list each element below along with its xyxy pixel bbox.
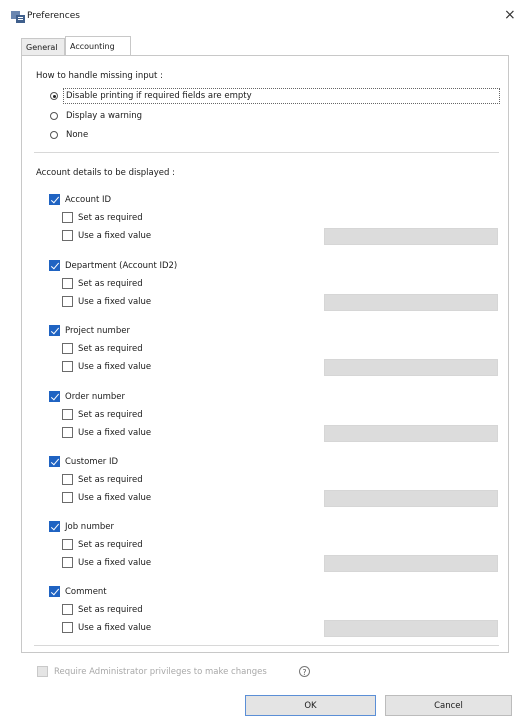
separator <box>34 645 499 646</box>
checkbox-fixed-value[interactable] <box>62 296 73 307</box>
field-label: Order number <box>65 392 126 402</box>
tab-general[interactable]: General <box>21 38 65 55</box>
checkbox-set-required[interactable] <box>62 343 73 354</box>
field-label: Comment <box>65 587 107 597</box>
fixed-value-input[interactable] <box>324 425 498 442</box>
fixed-value-input[interactable] <box>324 620 498 637</box>
field-label: Department (Account ID2) <box>65 261 178 271</box>
window-title: Preferences <box>27 11 80 21</box>
checkbox-set-required[interactable] <box>62 539 73 550</box>
fixed-value-label: Use a fixed value <box>78 493 152 503</box>
help-icon[interactable]: ? <box>299 666 310 677</box>
checkbox-order-number[interactable] <box>49 391 60 402</box>
fixed-value-input[interactable] <box>324 555 498 572</box>
title-bar: Preferences × <box>0 0 523 34</box>
ok-button[interactable]: OK <box>245 695 376 716</box>
checkbox-set-required[interactable] <box>62 474 73 485</box>
radio-disable-printing-label[interactable]: Disable printing if required fields are … <box>66 91 252 101</box>
radio-display-warning[interactable] <box>50 112 58 120</box>
set-required-label: Set as required <box>78 410 143 420</box>
set-required-label: Set as required <box>78 605 143 615</box>
field-label: Customer ID <box>65 457 119 467</box>
cancel-button[interactable]: Cancel <box>385 695 512 716</box>
fixed-value-label: Use a fixed value <box>78 623 152 633</box>
tab-accounting[interactable]: Accounting <box>65 36 131 55</box>
fixed-value-label: Use a fixed value <box>78 362 152 372</box>
checkbox-require-admin[interactable] <box>37 666 48 677</box>
set-required-label: Set as required <box>78 213 143 223</box>
checkbox-fixed-value[interactable] <box>62 492 73 503</box>
checkbox-account-id[interactable] <box>49 194 60 205</box>
set-required-label: Set as required <box>78 540 143 550</box>
checkbox-comment[interactable] <box>49 586 60 597</box>
checkbox-job-number[interactable] <box>49 521 60 532</box>
checkbox-fixed-value[interactable] <box>62 622 73 633</box>
radio-none[interactable] <box>50 131 58 139</box>
set-required-label: Set as required <box>78 475 143 485</box>
preferences-app-icon <box>11 11 25 23</box>
checkbox-fixed-value[interactable] <box>62 557 73 568</box>
fixed-value-label: Use a fixed value <box>78 297 152 307</box>
fixed-value-input[interactable] <box>324 228 498 245</box>
fixed-value-label: Use a fixed value <box>78 558 152 568</box>
account-details-heading: Account details to be displayed : <box>36 168 175 178</box>
checkbox-customer-id[interactable] <box>49 456 60 467</box>
radio-display-warning-label[interactable]: Display a warning <box>66 111 142 121</box>
radio-none-label[interactable]: None <box>66 130 88 140</box>
fixed-value-input[interactable] <box>324 490 498 507</box>
field-label: Job number <box>65 522 114 532</box>
checkbox-fixed-value[interactable] <box>62 427 73 438</box>
checkbox-project-number[interactable] <box>49 325 60 336</box>
fixed-value-input[interactable] <box>324 294 498 311</box>
checkbox-department[interactable] <box>49 260 60 271</box>
close-icon[interactable]: × <box>504 8 516 22</box>
fixed-value-label: Use a fixed value <box>78 428 152 438</box>
checkbox-set-required[interactable] <box>62 212 73 223</box>
set-required-label: Set as required <box>78 344 143 354</box>
checkbox-fixed-value[interactable] <box>62 230 73 241</box>
radio-disable-printing[interactable] <box>50 92 58 100</box>
missing-input-heading: How to handle missing input : <box>36 71 163 81</box>
require-admin-label: Require Administrator privileges to make… <box>54 667 267 677</box>
checkbox-fixed-value[interactable] <box>62 361 73 372</box>
field-label: Account ID <box>65 195 112 205</box>
checkbox-set-required[interactable] <box>62 278 73 289</box>
fixed-value-label: Use a fixed value <box>78 231 152 241</box>
separator <box>34 152 499 153</box>
field-label: Project number <box>65 326 130 336</box>
checkbox-set-required[interactable] <box>62 604 73 615</box>
checkbox-set-required[interactable] <box>62 409 73 420</box>
fixed-value-input[interactable] <box>324 359 498 376</box>
set-required-label: Set as required <box>78 279 143 289</box>
